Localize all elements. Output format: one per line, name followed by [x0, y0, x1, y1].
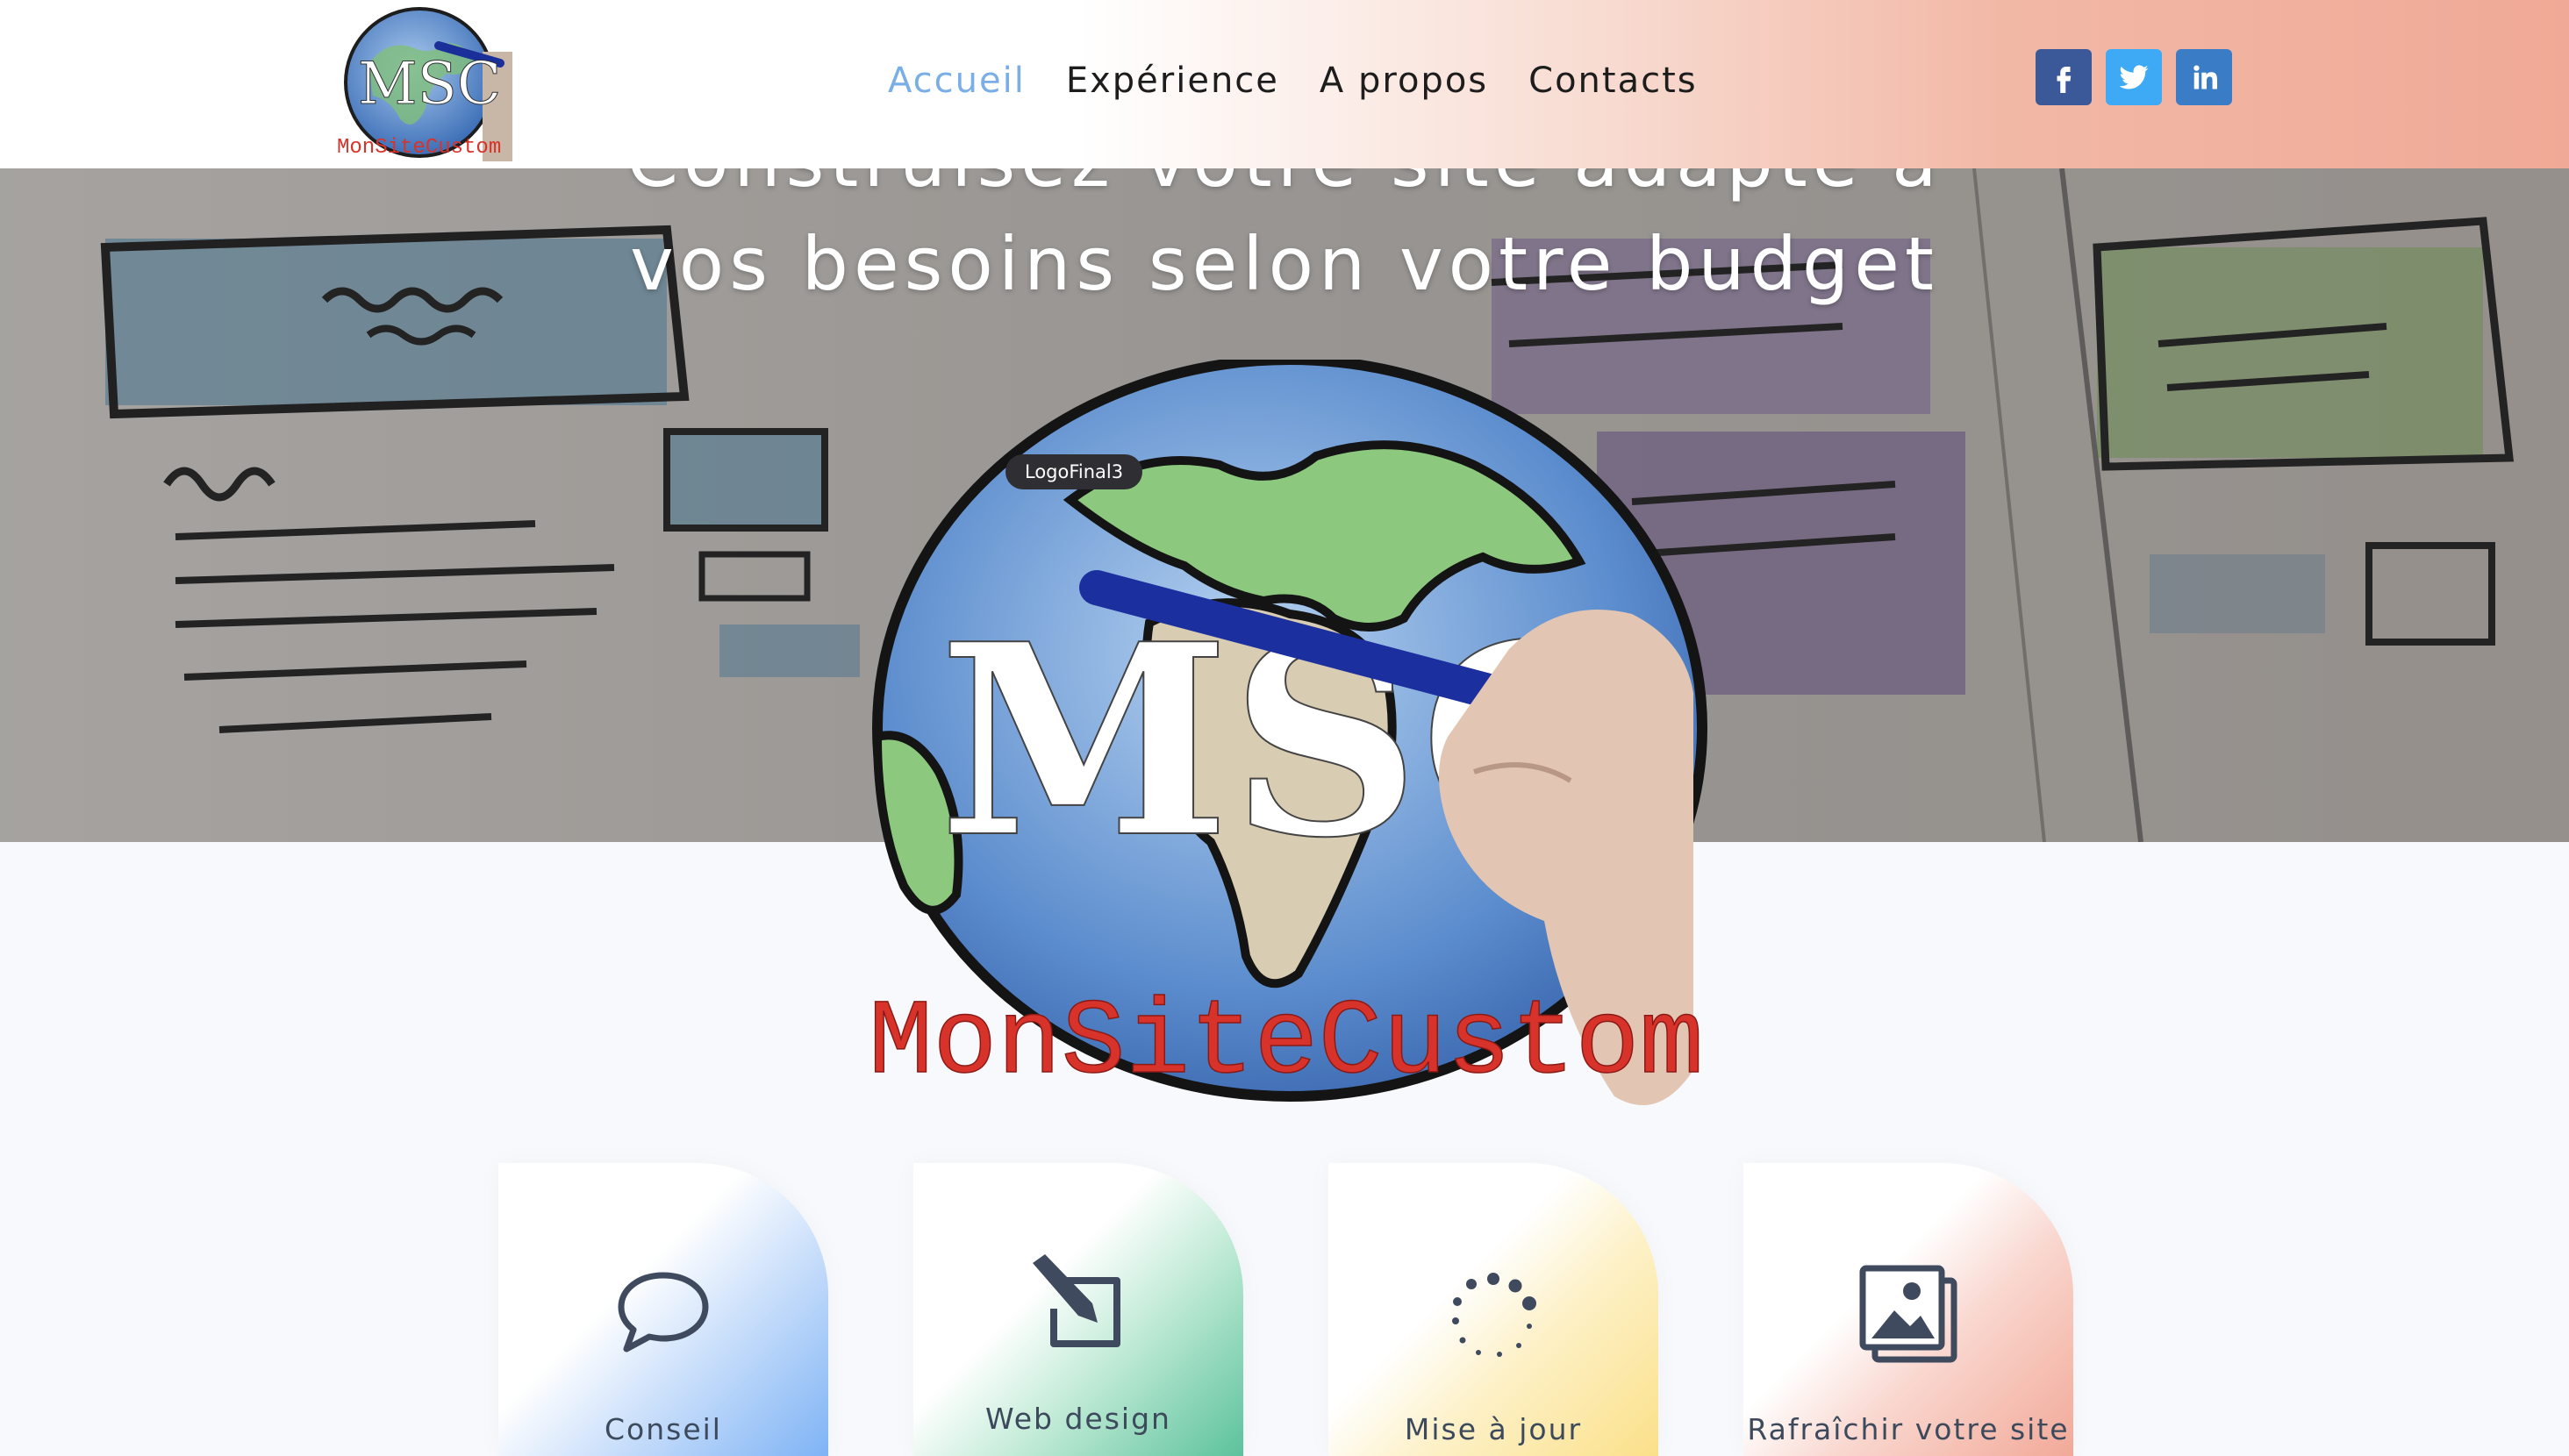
edit-icon: [913, 1254, 1243, 1353]
social-links: [2036, 49, 2232, 105]
service-label-mise-a-jour: Mise à jour: [1404, 1412, 1583, 1446]
nav-item-a-propos[interactable]: A propos: [1320, 61, 1488, 101]
twitter-icon: [2119, 65, 2149, 89]
nav-item-accueil[interactable]: Accueil: [888, 61, 1026, 101]
main-nav: Accueil Expérience A propos Contacts: [888, 53, 1698, 109]
service-card-mise-a-jour[interactable]: Mise à jour: [1328, 1163, 1658, 1456]
linkedin-button[interactable]: [2176, 49, 2232, 105]
service-card-conseil[interactable]: Conseil: [498, 1163, 828, 1456]
twitter-button[interactable]: [2106, 49, 2162, 105]
site-header: MSC MonSiteCustom Accueil Expérience A p…: [0, 0, 2569, 168]
service-label-conseil: Conseil: [605, 1412, 722, 1446]
logo-mark-text: MSC: [358, 50, 501, 118]
image-tooltip: LogoFinal3: [1005, 454, 1143, 489]
service-card-rafraichir[interactable]: Rafraîchir votre site: [1743, 1163, 2073, 1456]
facebook-button[interactable]: [2036, 49, 2092, 105]
linkedin-icon: [2193, 65, 2217, 89]
site-logo[interactable]: MSC MonSiteCustom: [333, 4, 512, 161]
nav-item-experience[interactable]: Expérience: [1066, 61, 1279, 101]
service-label-rafraichir: Rafraîchir votre site: [1747, 1412, 2070, 1446]
hero-title-line-1: Construisez votre site adapté à: [0, 168, 2569, 212]
logo-subtext: MonSiteCustom: [337, 136, 501, 160]
loading-icon: [1328, 1268, 1658, 1365]
logo-monsitecustom-text: MonSiteCustom: [869, 982, 1704, 1104]
main-logo-image: MSC MonSiteCustom: [868, 360, 1707, 1105]
image-icon: [1743, 1265, 2073, 1363]
facebook-icon: [2057, 67, 2072, 93]
speech-bubble-icon: [498, 1268, 828, 1356]
service-label-web-design: Web design: [985, 1402, 1171, 1436]
hero-title-line-2: vos besoins selon votre budget: [630, 221, 1939, 307]
site-logo-image: MSC MonSiteCustom: [337, 7, 512, 161]
hero-title: Construisez votre site adapté à vos beso…: [0, 168, 2569, 316]
nav-item-contacts[interactable]: Contacts: [1528, 61, 1697, 101]
service-card-web-design[interactable]: Web design: [913, 1163, 1243, 1456]
